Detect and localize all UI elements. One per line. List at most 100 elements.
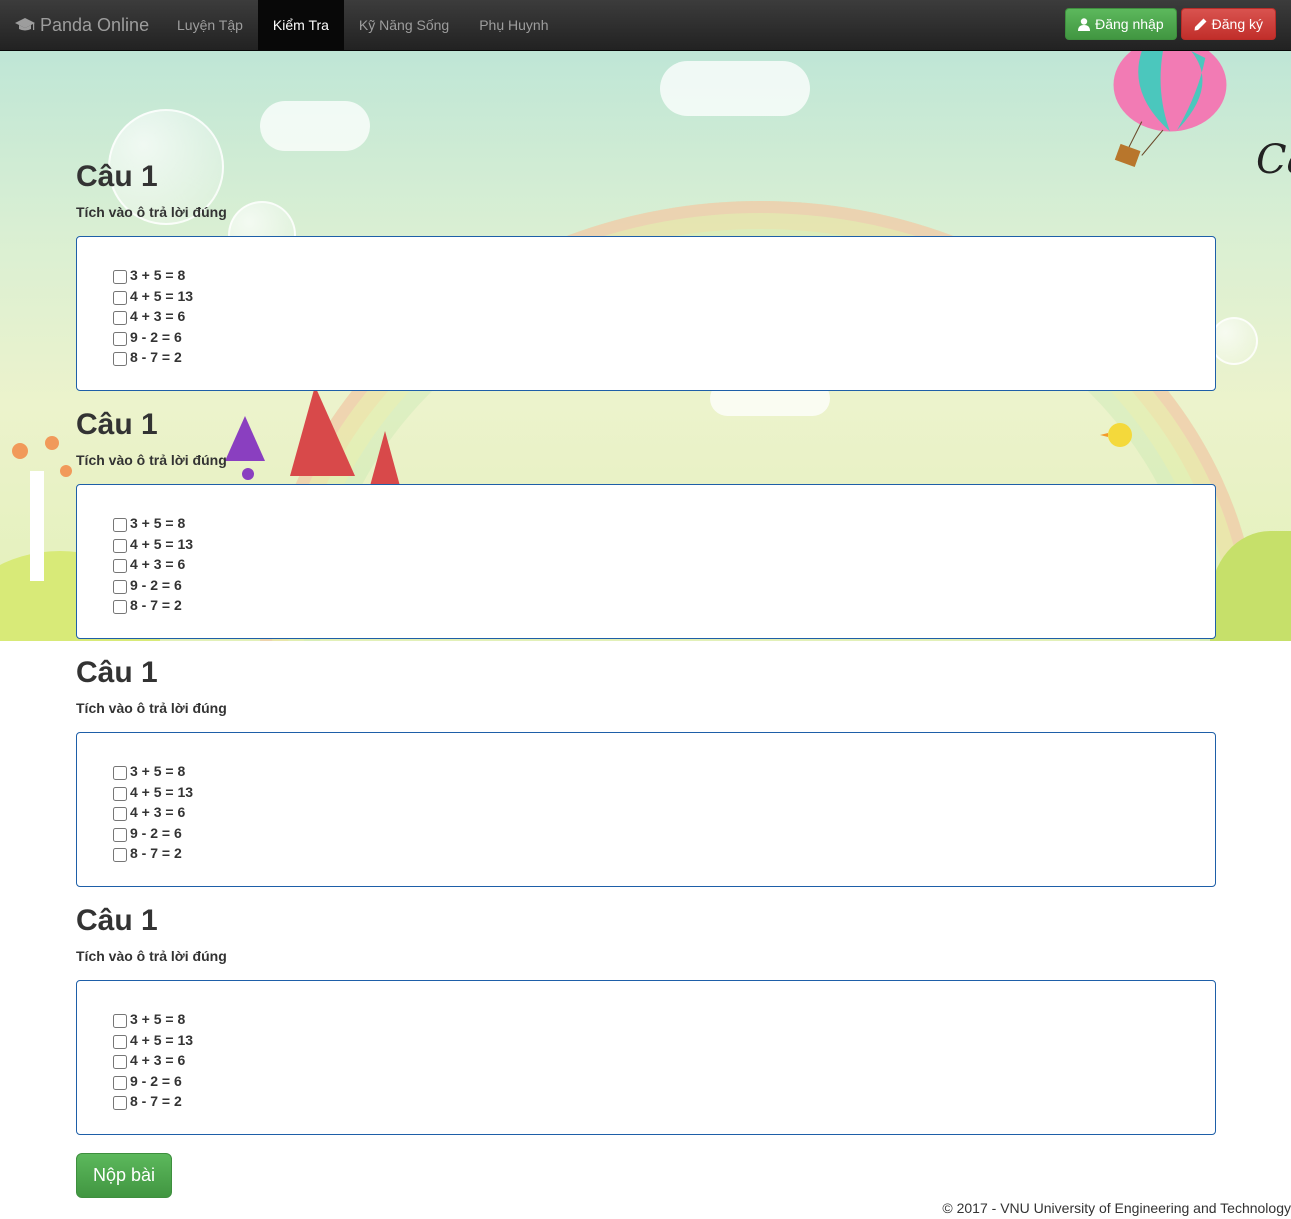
answer-option[interactable]: 4 + 5 = 13 — [113, 534, 1215, 555]
nav-item-label: Luyện Tập — [177, 17, 243, 33]
answer-label: 8 - 7 = 2 — [130, 845, 182, 862]
main-nav: Luyện Tập Kiểm Tra Kỹ Năng Sống Phụ Huyn… — [162, 0, 564, 50]
answer-label: 3 + 5 = 8 — [130, 763, 186, 780]
answer-checkbox[interactable] — [113, 1075, 127, 1090]
question-title: Câu 1 — [76, 904, 158, 937]
answer-option[interactable]: 9 - 2 = 6 — [113, 575, 1215, 596]
answer-box: 3 + 5 = 8 4 + 5 = 13 4 + 3 = 6 9 - 2 = 6… — [76, 484, 1216, 639]
cloud-decoration — [260, 101, 370, 151]
answer-option[interactable]: 4 + 3 = 6 — [113, 554, 1215, 575]
answer-box: 3 + 5 = 8 4 + 5 = 13 4 + 3 = 6 9 - 2 = 6… — [76, 236, 1216, 391]
navbar: Panda Online Luyện Tập Kiểm Tra Kỹ Năng … — [0, 0, 1291, 51]
answer-label: 4 + 5 = 13 — [130, 535, 194, 552]
answer-option[interactable]: 9 - 2 = 6 — [113, 1071, 1215, 1092]
answer-checkbox[interactable] — [113, 559, 127, 574]
question-card: Câu 1 Tích vào ô trả lời đúng 3 + 5 = 8 … — [76, 158, 1216, 391]
question-title: Câu 1 — [76, 160, 158, 193]
answer-label: 9 - 2 = 6 — [130, 328, 182, 345]
answer-option[interactable]: 9 - 2 = 6 — [113, 823, 1215, 844]
login-label: Đăng nhập — [1095, 16, 1164, 32]
answer-option[interactable]: 4 + 5 = 13 — [113, 1030, 1215, 1051]
answer-checkbox[interactable] — [113, 331, 127, 346]
submit-button[interactable]: Nộp bài — [76, 1153, 173, 1198]
auth-buttons: Đăng nhập Đăng ký — [1065, 8, 1276, 40]
answer-option[interactable]: 3 + 5 = 8 — [113, 513, 1215, 534]
register-label: Đăng ký — [1211, 16, 1263, 32]
answer-checkbox[interactable] — [113, 1014, 127, 1029]
answer-option[interactable]: 3 + 5 = 8 — [113, 1009, 1215, 1030]
nav-item-label: Kiểm Tra — [272, 17, 329, 33]
answer-label: 4 + 3 = 6 — [130, 1052, 186, 1069]
answer-box: 3 + 5 = 8 4 + 5 = 13 4 + 3 = 6 9 - 2 = 6… — [76, 732, 1216, 887]
answer-option[interactable]: 8 - 7 = 2 — [113, 347, 1215, 368]
brand-label: Panda Online — [40, 14, 150, 35]
answer-checkbox[interactable] — [113, 786, 127, 801]
answer-label: 4 + 5 = 13 — [130, 783, 194, 800]
nav-item-phu-huynh[interactable]: Phụ Huynh — [464, 0, 563, 50]
nav-item-ky-nang-song[interactable]: Kỹ Năng Sống — [344, 0, 464, 50]
answer-label: 3 + 5 = 8 — [130, 515, 186, 532]
user-icon — [1078, 17, 1091, 31]
question-card: Câu 1 Tích vào ô trả lời đúng 3 + 5 = 8 … — [76, 654, 1216, 887]
graduation-cap-icon — [15, 18, 35, 31]
answer-option[interactable]: 9 - 2 = 6 — [113, 327, 1215, 348]
answer-option[interactable]: 8 - 7 = 2 — [113, 595, 1215, 616]
answer-option[interactable]: 8 - 7 = 2 — [113, 1091, 1215, 1112]
answer-option[interactable]: 4 + 5 = 13 — [113, 286, 1215, 307]
answer-checkbox[interactable] — [113, 600, 127, 615]
bubble-decoration — [1210, 317, 1258, 365]
answer-option[interactable]: 3 + 5 = 8 — [113, 761, 1215, 782]
question-card: Câu 1 Tích vào ô trả lời đúng 3 + 5 = 8 … — [76, 902, 1216, 1135]
answer-checkbox[interactable] — [113, 848, 127, 863]
answer-label: 3 + 5 = 8 — [130, 1011, 186, 1028]
answer-checkbox[interactable] — [113, 311, 127, 326]
answer-label: 8 - 7 = 2 — [130, 1093, 182, 1110]
nav-item-label: Phụ Huynh — [479, 17, 549, 33]
answer-checkbox[interactable] — [113, 766, 127, 781]
register-button[interactable]: Đăng ký — [1180, 8, 1276, 40]
answer-option[interactable]: 4 + 3 = 6 — [113, 802, 1215, 823]
question-instruction: Tích vào ô trả lời đúng — [76, 452, 227, 468]
banner-title: Ca — [1256, 137, 1291, 183]
answer-label: 3 + 5 = 8 — [130, 267, 186, 284]
answer-label: 9 - 2 = 6 — [130, 824, 182, 841]
tree-decoration — [12, 436, 72, 581]
answer-label: 4 + 3 = 6 — [130, 308, 186, 325]
answer-option[interactable]: 4 + 5 = 13 — [113, 782, 1215, 803]
answer-option[interactable]: 3 + 5 = 8 — [113, 265, 1215, 286]
footer-copyright: © 2017 - VNU University of Engineering a… — [942, 1200, 1291, 1216]
answer-label: 9 - 2 = 6 — [130, 576, 182, 593]
question-card: Câu 1 Tích vào ô trả lời đúng 3 + 5 = 8 … — [76, 406, 1216, 639]
answer-checkbox[interactable] — [113, 1055, 127, 1070]
answer-checkbox[interactable] — [113, 352, 127, 367]
login-button[interactable]: Đăng nhập — [1065, 8, 1177, 40]
answer-option[interactable]: 8 - 7 = 2 — [113, 843, 1215, 864]
answer-checkbox[interactable] — [113, 518, 127, 533]
hot-air-balloon-image — [1113, 51, 1227, 168]
answer-label: 4 + 3 = 6 — [130, 556, 186, 573]
answer-label: 4 + 5 = 13 — [130, 287, 194, 304]
answer-box: 3 + 5 = 8 4 + 5 = 13 4 + 3 = 6 9 - 2 = 6… — [76, 980, 1216, 1135]
answer-checkbox[interactable] — [113, 1096, 127, 1111]
answer-checkbox[interactable] — [113, 579, 127, 594]
answer-label: 4 + 3 = 6 — [130, 804, 186, 821]
answer-option[interactable]: 4 + 3 = 6 — [113, 306, 1215, 327]
cloud-decoration — [660, 61, 810, 116]
answer-checkbox[interactable] — [113, 1034, 127, 1049]
answer-checkbox[interactable] — [113, 270, 127, 285]
answer-option[interactable]: 4 + 3 = 6 — [113, 1050, 1215, 1071]
pencil-icon — [1194, 18, 1207, 30]
answer-checkbox[interactable] — [113, 538, 127, 553]
question-title: Câu 1 — [76, 408, 158, 441]
answer-checkbox[interactable] — [113, 827, 127, 842]
answer-checkbox[interactable] — [113, 807, 127, 822]
nav-item-kiem-tra[interactable]: Kiểm Tra — [257, 0, 344, 50]
nav-item-luyen-tap[interactable]: Luyện Tập — [162, 0, 258, 50]
question-instruction: Tích vào ô trả lời đúng — [76, 700, 227, 716]
question-title: Câu 1 — [76, 656, 158, 689]
answer-checkbox[interactable] — [113, 290, 127, 305]
answer-label: 4 + 5 = 13 — [130, 1031, 194, 1048]
answer-label: 8 - 7 = 2 — [130, 597, 182, 614]
brand[interactable]: Panda Online — [15, 0, 149, 50]
question-instruction: Tích vào ô trả lời đúng — [76, 204, 227, 220]
